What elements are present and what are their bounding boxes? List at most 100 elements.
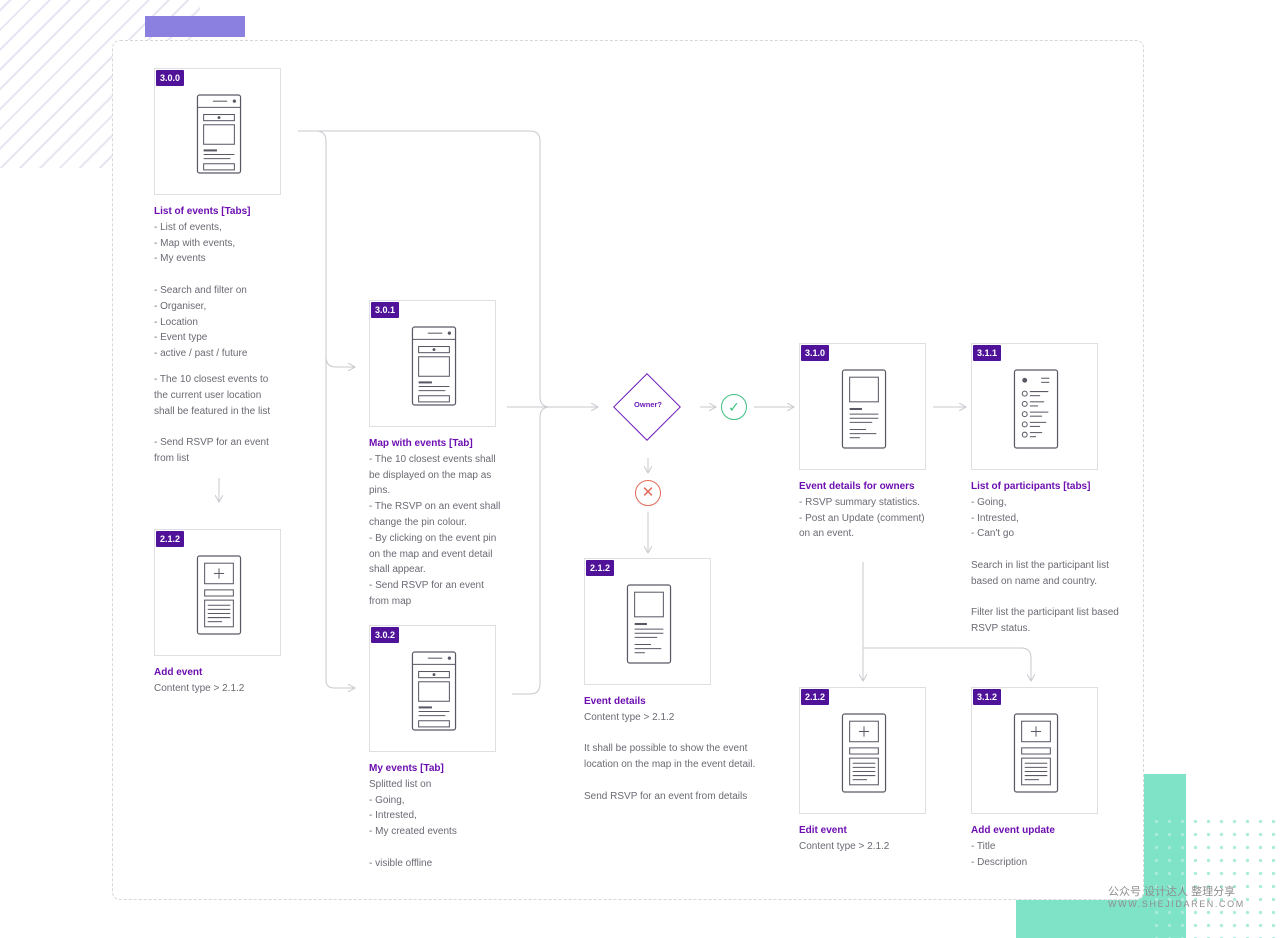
update-form-screen-wireframe-icon <box>1013 713 1059 793</box>
owner-detail-screen-wireframe-icon <box>841 369 887 449</box>
description-line: Send RSVP for an event from details <box>584 790 748 802</box>
form-screen-wireframe-icon <box>196 555 242 635</box>
screen-card[interactable]: 3.0.2 <box>369 625 496 752</box>
screen-title: List of events [Tabs] <box>154 206 251 217</box>
screen-title: List of participants [tabs] <box>971 481 1091 492</box>
screen-id-badge: 3.0.1 <box>371 302 400 318</box>
screen-title: Add event <box>154 667 203 678</box>
check-icon: ✓ <box>721 394 747 420</box>
description-line: - The 10 closest events to <box>154 373 269 385</box>
screen-id-badge: 2.1.2 <box>801 689 830 705</box>
screen-title: Event details <box>584 696 646 707</box>
description-line: on an event. <box>799 528 855 540</box>
edit-form-screen-wireframe-icon <box>841 713 887 793</box>
description-line: - List of events, <box>154 221 222 233</box>
screen-description: Map with events [Tab] - The 10 closest e… <box>369 436 549 610</box>
description-line: - My events <box>154 253 206 265</box>
description-line: Filter list the participant list based <box>971 607 1119 619</box>
screen-card[interactable]: 2.1.2 <box>799 687 926 814</box>
description-line: shall be featured in the list <box>154 405 271 417</box>
watermark: 公众号 设计达人 整理分享 WWW.SHEJIDAREN.COM <box>1108 886 1245 910</box>
description-line: on the map and event detail <box>369 548 493 560</box>
detail-screen-wireframe-icon <box>626 584 672 664</box>
description-line: - My created events <box>369 826 457 838</box>
description-line: - Location <box>154 316 198 328</box>
description-line: RSVP status. <box>971 623 1031 635</box>
description-line: from list <box>154 452 189 464</box>
watermark-line: 公众号 设计达人 整理分享 <box>1108 886 1236 898</box>
screen-id-badge: 2.1.2 <box>586 560 615 576</box>
description-line: be displayed on the map as <box>369 469 492 481</box>
screen-title: Map with events [Tab] <box>369 438 473 449</box>
screen-description: My events [Tab] Splitted list on - Going… <box>369 761 549 872</box>
screen-description: List of participants [tabs] - Going, - I… <box>971 479 1151 637</box>
description-line: - The 10 closest events shall <box>369 453 496 465</box>
description-line: change the pin colour. <box>369 516 467 528</box>
connector-owner-details-to-update <box>863 647 1031 681</box>
screen-card[interactable]: 3.0.1 <box>369 300 496 427</box>
my-events-screen-wireframe-icon <box>411 651 457 731</box>
description-line: Content type > 2.1.2 <box>154 682 245 694</box>
screen-card[interactable]: 3.1.2 <box>971 687 1098 814</box>
description-line: - Intrested, <box>971 512 1019 524</box>
description-line: shall appear. <box>369 564 426 576</box>
description-line: Search in list the participant list <box>971 559 1109 571</box>
description-line: the current user location <box>154 389 262 401</box>
description-line: - Send RSVP for an event <box>369 580 484 592</box>
screen-title: Add event update <box>971 825 1055 836</box>
description-line: - Map with events, <box>154 237 236 249</box>
description-line: - Can't go <box>971 528 1015 540</box>
list-screen-wireframe-icon <box>196 94 242 174</box>
description-line: based on name and country. <box>971 575 1098 587</box>
description-line: - RSVP summary statistics. <box>799 496 920 508</box>
description-line: - Intrested, <box>369 810 417 822</box>
screen-description: List of events [Tabs] - List of events, … <box>154 204 334 467</box>
description-line: Content type > 2.1.2 <box>584 711 675 723</box>
description-line: - Send RSVP for an event <box>154 437 269 449</box>
description-line: - Title <box>971 840 996 852</box>
screen-id-badge: 3.1.2 <box>973 689 1002 705</box>
description-line: - Description <box>971 856 1028 868</box>
screen-description: Add event update - Title - Description <box>971 823 1151 870</box>
description-line: - active / past / future <box>154 348 248 360</box>
description-line: Content type > 2.1.2 <box>799 840 890 852</box>
description-line: - By clicking on the event pin <box>369 532 497 544</box>
screen-id-badge: 2.1.2 <box>156 531 185 547</box>
screen-card[interactable]: 3.1.1 <box>971 343 1098 470</box>
participants-screen-wireframe-icon <box>1013 369 1059 449</box>
screen-title: My events [Tab] <box>369 763 444 774</box>
screen-card[interactable]: 2.1.2 <box>584 558 711 685</box>
screen-card[interactable]: 3.0.0 <box>154 68 281 195</box>
screen-id-badge: 3.0.2 <box>371 627 400 643</box>
description-line: - Going, <box>971 496 1007 508</box>
description-line: location on the map in the event detail. <box>584 759 756 771</box>
description-line: - Going, <box>369 794 405 806</box>
description-line: - Search and filter on <box>154 284 247 296</box>
screen-description: Add event Content type > 2.1.2 <box>154 665 334 697</box>
screen-id-badge: 3.1.0 <box>801 345 830 361</box>
watermark-url: WWW.SHEJIDAREN.COM <box>1108 899 1245 909</box>
screen-id-badge: 3.1.1 <box>973 345 1002 361</box>
screen-description: Event details for owners - RSVP summary … <box>799 479 979 542</box>
description-line: - Organiser, <box>154 300 207 312</box>
screen-description: Edit event Content type > 2.1.2 <box>799 823 979 855</box>
screen-description: Event details Content type > 2.1.2 It sh… <box>584 694 764 805</box>
description-line: pins. <box>369 485 391 497</box>
screen-id-badge: 3.0.0 <box>156 70 185 86</box>
map-screen-wireframe-icon <box>411 326 457 406</box>
cross-icon: ✕ <box>635 480 661 506</box>
screen-card[interactable]: 2.1.2 <box>154 529 281 656</box>
screen-card[interactable]: 3.1.0 <box>799 343 926 470</box>
description-line: - Event type <box>154 332 208 344</box>
description-line: It shall be possible to show the event <box>584 743 748 755</box>
decision-label: Owner? <box>634 400 662 409</box>
screen-title: Edit event <box>799 825 847 836</box>
